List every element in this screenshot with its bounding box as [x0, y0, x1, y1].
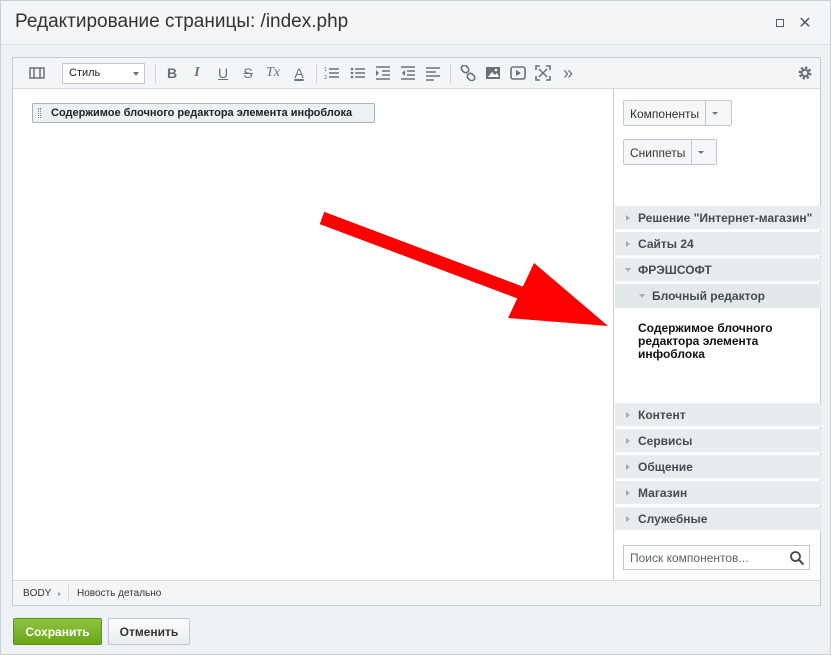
subcategory-item[interactable]: Блочный редактор [615, 284, 821, 308]
text-color-icon[interactable]: A [289, 63, 309, 83]
unordered-list-icon[interactable] [348, 63, 368, 83]
maximize-icon[interactable] [771, 14, 789, 32]
italic-icon[interactable]: I [187, 63, 207, 83]
statusbar-divider [68, 585, 69, 602]
components-sidebar: Компоненты Сниппеты Решение "Интернет-ма… [613, 89, 821, 580]
category-item[interactable]: Контент [615, 403, 821, 427]
editor-content-area[interactable]: Содержимое блочного редактора элемента и… [13, 89, 613, 580]
chevron-right-icon [626, 215, 630, 221]
category-label: Общение [638, 460, 693, 474]
chevron-right-icon [626, 438, 630, 444]
component-search-input[interactable] [624, 546, 784, 569]
more-icon[interactable]: » [558, 63, 578, 83]
chevron-down-icon[interactable] [705, 101, 724, 125]
category-item[interactable]: Служебные [615, 507, 821, 531]
svg-text:2: 2 [324, 75, 327, 81]
settings-icon[interactable] [795, 63, 815, 83]
category-item[interactable]: Общение [615, 455, 821, 479]
remove-format-icon[interactable]: Tx [263, 63, 283, 83]
fullscreen-icon[interactable] [533, 63, 553, 83]
dialog-titlebar[interactable]: Редактирование страницы: /index.php ✕ [1, 1, 830, 45]
breadcrumb-body[interactable]: BODY [23, 588, 51, 599]
category-label: Сайты 24 [638, 237, 694, 251]
view-mode-icon[interactable] [27, 63, 47, 83]
snippets-button[interactable]: Сниппеты [623, 139, 717, 165]
video-icon[interactable] [508, 63, 528, 83]
category-label: Служебные [638, 512, 708, 526]
component-block[interactable]: Содержимое блочного редактора элемента и… [32, 103, 375, 123]
underline-icon[interactable]: U [213, 63, 233, 83]
chevron-down-icon[interactable] [691, 140, 710, 164]
chevron-right-icon [626, 490, 630, 496]
components-button[interactable]: Компоненты [623, 100, 732, 126]
chevron-down-icon [133, 72, 139, 76]
bold-icon[interactable]: B [162, 63, 182, 83]
cancel-button[interactable]: Отменить [108, 618, 190, 645]
link-icon[interactable] [458, 63, 478, 83]
indent-icon[interactable] [373, 63, 393, 83]
editor-statusbar: BODY Новость детально [13, 580, 820, 605]
strikethrough-icon[interactable]: S [238, 63, 258, 83]
style-select[interactable]: Стиль [62, 63, 145, 84]
ordered-list-icon[interactable]: 12 [322, 63, 342, 83]
chevron-right-icon [626, 464, 630, 470]
drag-handle-icon[interactable] [38, 108, 41, 118]
breadcrumb-template[interactable]: Новость детально [77, 588, 161, 599]
search-icon[interactable] [789, 550, 805, 566]
svg-text:1: 1 [324, 67, 327, 73]
chevron-right-icon [626, 412, 630, 418]
dialog-title: Редактирование страницы: /index.php [15, 11, 349, 32]
category-label: Магазин [638, 486, 688, 500]
category-label: Сервисы [638, 434, 693, 448]
toolbar-divider [155, 64, 156, 83]
toolbar-divider [450, 64, 451, 83]
chevron-right-icon [626, 516, 630, 522]
subcategory-label: Блочный редактор [652, 289, 765, 303]
chevron-right-icon [626, 241, 630, 247]
toolbar-divider [316, 64, 317, 83]
category-item[interactable]: Магазин [615, 481, 821, 505]
category-item[interactable]: Решение "Интернет-магазин" [615, 206, 821, 230]
category-label: Решение "Интернет-магазин" [638, 211, 813, 225]
chevron-down-icon [625, 268, 631, 272]
close-icon[interactable]: ✕ [796, 14, 814, 32]
edit-page-dialog: Редактирование страницы: /index.php ✕ Ст… [0, 0, 831, 655]
category-item[interactable]: ФРЭШСОФТ [615, 258, 821, 282]
image-icon[interactable] [483, 63, 503, 83]
category-label: Контент [638, 408, 686, 422]
chevron-down-icon [639, 294, 645, 298]
component-list-item[interactable]: Содержимое блочного редактора элемента и… [638, 322, 798, 361]
save-button[interactable]: Сохранить [13, 618, 102, 645]
category-item[interactable]: Сервисы [615, 429, 821, 453]
component-block-label: Содержимое блочного редактора элемента и… [51, 107, 353, 119]
html-editor: Стиль B I U S Tx A 12 » Содержимое блочн… [12, 57, 821, 606]
snippets-button-label: Сниппеты [630, 146, 686, 160]
style-select-value: Стиль [69, 67, 101, 79]
category-label: ФРЭШСОФТ [638, 263, 712, 277]
chevron-right-icon [58, 592, 61, 596]
editor-toolbar: Стиль B I U S Tx A 12 » [13, 58, 820, 89]
component-search [623, 545, 810, 570]
outdent-icon[interactable] [398, 63, 418, 83]
components-button-label: Компоненты [630, 107, 700, 121]
category-item[interactable]: Сайты 24 [615, 232, 821, 256]
align-icon[interactable] [423, 63, 443, 83]
